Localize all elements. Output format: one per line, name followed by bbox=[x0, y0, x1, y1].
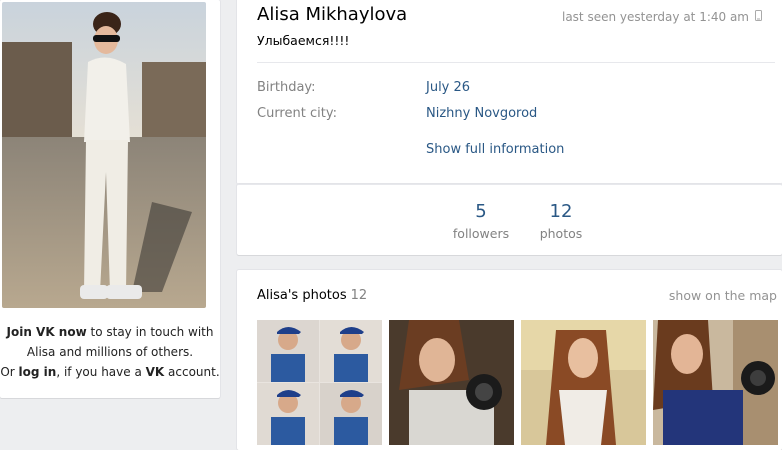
photos-title-count: 12 bbox=[350, 288, 368, 303]
join-text-2: , if you have a bbox=[56, 365, 146, 379]
followers-counter[interactable]: 5 followers bbox=[441, 201, 521, 241]
or-text: Or bbox=[0, 365, 19, 379]
photo-thumbnail[interactable] bbox=[521, 320, 646, 445]
photos-caption: photos bbox=[539, 226, 583, 241]
city-value[interactable]: Nizhny Novgorod bbox=[426, 106, 537, 121]
photo-thumbnail[interactable] bbox=[257, 320, 382, 445]
join-prompt: Join VK now to stay in touch with Alisa … bbox=[0, 322, 220, 382]
followers-caption: followers bbox=[452, 226, 510, 241]
left-card: Join VK now to stay in touch with Alisa … bbox=[0, 0, 220, 398]
profile-status: Улыбаемся!!!! bbox=[257, 33, 350, 48]
photo-thumbnail[interactable] bbox=[653, 320, 778, 445]
followers-count: 5 bbox=[475, 201, 487, 222]
show-on-map-link[interactable]: show on the map bbox=[669, 288, 777, 303]
profile-avatar[interactable] bbox=[2, 2, 206, 308]
photos-header[interactable]: Alisa's photos 12 bbox=[257, 288, 367, 303]
profile-info-card: Alisa Mikhaylova last seen yesterday at … bbox=[237, 0, 782, 184]
mobile-icon bbox=[755, 10, 762, 24]
birthday-value[interactable]: July 26 bbox=[426, 80, 470, 95]
divider bbox=[257, 62, 775, 63]
last-seen: last seen yesterday at 1:40 am bbox=[562, 10, 762, 24]
counts-card: 5 followers 12 photos bbox=[237, 184, 782, 255]
photo-thumbnail[interactable] bbox=[389, 320, 514, 445]
photos-count: 12 bbox=[549, 201, 573, 222]
join-text-3: account. bbox=[164, 365, 220, 379]
profile-name: Alisa Mikhaylova bbox=[257, 4, 408, 25]
photos-title: Alisa's photos bbox=[257, 288, 347, 303]
birthday-label: Birthday: bbox=[257, 80, 316, 95]
vk-text: VK bbox=[145, 365, 165, 379]
join-link[interactable]: Join VK now bbox=[7, 325, 87, 339]
login-link[interactable]: log in bbox=[19, 365, 57, 379]
photos-counter[interactable]: 12 photos bbox=[521, 201, 601, 241]
show-full-info-link[interactable]: Show full information bbox=[426, 142, 564, 157]
photos-card: Alisa's photos 12 show on the map bbox=[237, 270, 782, 450]
city-label: Current city: bbox=[257, 106, 337, 121]
last-seen-text: last seen yesterday at 1:40 am bbox=[561, 10, 749, 24]
